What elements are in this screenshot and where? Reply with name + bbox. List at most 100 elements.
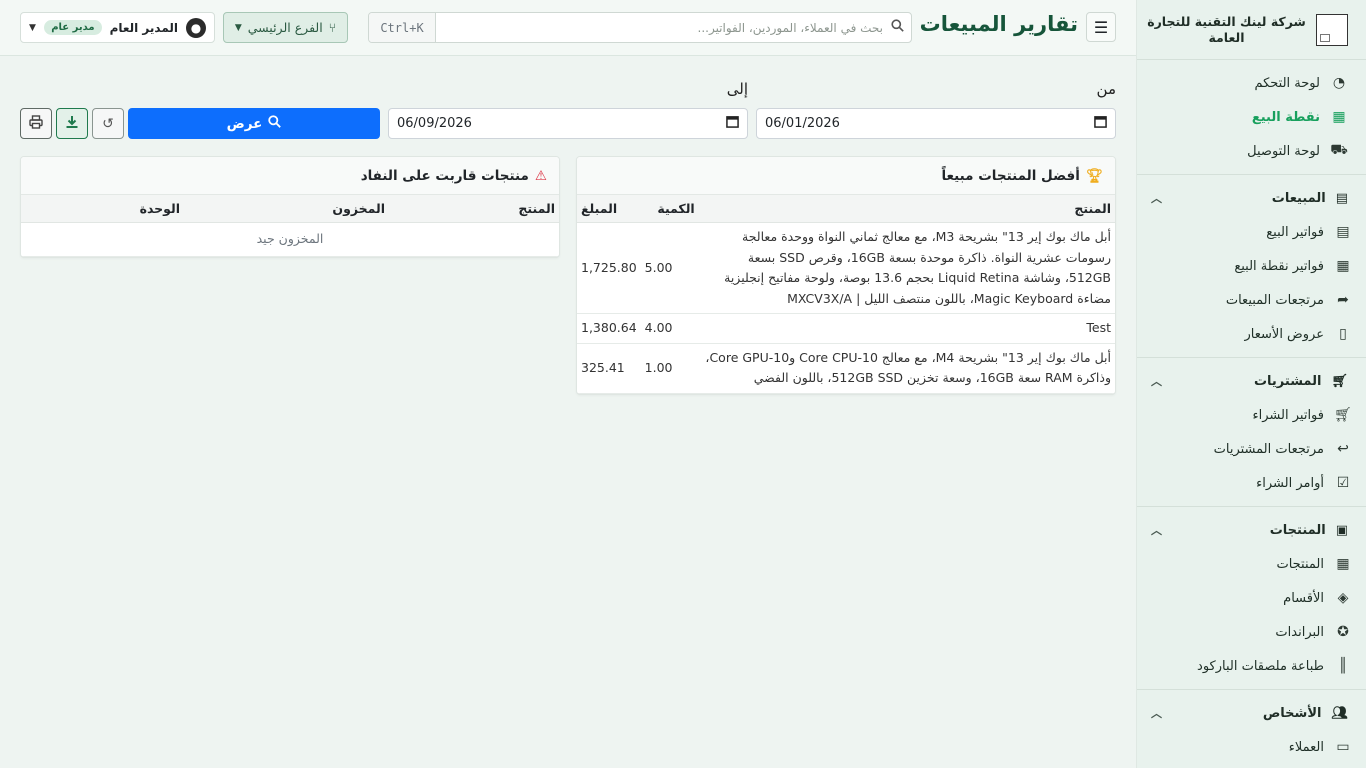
sidebar-section-people: 👥︎ الأشخاص ︿ ▭ العملاء xyxy=(1137,690,1366,768)
sidebar-item-purchase-returns[interactable]: ↩ مرتجعات المشتريات xyxy=(1137,432,1366,466)
gauge-icon: ◔ xyxy=(1332,75,1346,91)
download-icon xyxy=(65,115,79,133)
sidebar: شركة لينك التقنية للتجارة العامة ◔ لوحة … xyxy=(1136,0,1366,768)
card-header: 🏆︎ أفضل المنتجات مبيعاً xyxy=(577,157,1115,195)
product-cell: Test xyxy=(698,313,1115,344)
table-row[interactable]: أبل ماك بوك إير 13" بشريحة M4، مع معالج … xyxy=(577,343,1115,394)
sidebar-item-label: نقطة البيع xyxy=(1251,109,1320,125)
sidebar-section-purchases: 🛒︎ المشتريات ︿ 🛒︎ فواتير الشراء ↩ مرتجعا… xyxy=(1137,358,1366,507)
global-search: Ctrl+K xyxy=(368,12,912,43)
user-menu[interactable]: ● المدير العام مدير عام ▼ xyxy=(20,12,215,43)
truck-icon: ⛟ xyxy=(1330,142,1348,158)
role-badge: مدير عام xyxy=(44,20,102,35)
sidebar-section-header-sales[interactable]: ▤ المبيعات ︿ xyxy=(1137,181,1366,215)
reset-button[interactable]: ↺ xyxy=(92,108,124,139)
sidebar-item-brands[interactable]: ✪ البراندات xyxy=(1137,615,1366,649)
chevron-up-icon: ︿ xyxy=(1151,375,1162,388)
product-cell: أبل ماك بوك إير 13" بشريحة M3، مع معالج … xyxy=(698,222,1115,314)
search-icon[interactable] xyxy=(883,19,911,36)
sidebar-item-pos[interactable]: ▦ نقطة البيع xyxy=(1137,100,1366,134)
sidebar-section-products: ▣ المنتجات ︿ ▦ المنتجات ◈ الأقسام ✪ البر… xyxy=(1137,507,1366,690)
sidebar-item-quotations[interactable]: ▯ عروض الأسعار xyxy=(1137,317,1366,351)
sidebar-section-sales: ▤ المبيعات ︿ ▤ فواتير البيع ▦ فواتير نقط… xyxy=(1137,175,1366,358)
page-title: تقارير المبيعات xyxy=(919,12,1078,36)
sidebar-item-pos-invoices[interactable]: ▦ فواتير نقطة البيع xyxy=(1137,249,1366,283)
sidebar-item-customers[interactable]: ▭ العملاء xyxy=(1137,730,1366,764)
quantity-cell: 5.00 xyxy=(640,222,699,314)
sidebar-item-label: المنتجات xyxy=(1276,556,1324,572)
table-row[interactable]: أبل ماك بوك إير 13" بشريحة M3، مع معالج … xyxy=(577,222,1115,314)
sidebar-section-title: الأشخاص xyxy=(1262,705,1322,721)
amount-cell: 1,725.80 xyxy=(577,222,641,314)
cash-register-icon: ▦ xyxy=(1336,258,1350,274)
table-icon: ▦ xyxy=(1336,556,1350,572)
sidebar-section-header-products[interactable]: ▣ المنتجات ︿ xyxy=(1137,513,1366,547)
to-date-input[interactable]: 06/09/2026 xyxy=(388,108,748,139)
card-title: أفضل المنتجات مبيعاً xyxy=(941,167,1080,184)
sidebar-item-purchase-orders[interactable]: ☑ أوامر الشراء xyxy=(1137,466,1366,500)
reply-icon: ↩ xyxy=(1337,441,1349,457)
sidebar-item-delivery[interactable]: ⛟ لوحة التوصيل xyxy=(1137,134,1366,168)
sidebar-item-label: مرتجعات المبيعات xyxy=(1225,292,1324,308)
sidebar-section-header-people[interactable]: 👥︎ الأشخاص ︿ xyxy=(1137,696,1366,730)
sidebar-item-label: الأقسام xyxy=(1283,590,1324,606)
column-header-stock: المخزون xyxy=(184,195,389,223)
search-shortcut: Ctrl+K xyxy=(369,13,436,42)
rotate-left-icon: ↺ xyxy=(102,115,114,132)
calendar-icon[interactable] xyxy=(1094,115,1107,132)
from-label: من xyxy=(1096,80,1116,98)
award-icon: ✪ xyxy=(1337,624,1349,640)
sidebar-item-label: طباعة ملصقات الباركود xyxy=(1197,658,1324,674)
sidebar-item-label: البراندات xyxy=(1275,624,1324,640)
sidebar-item-products[interactable]: ▦ المنتجات xyxy=(1137,547,1366,581)
low-stock-card: ⚠ منتجات قاربت على النفاد المنتج المخزون… xyxy=(20,156,560,258)
calendar-icon[interactable] xyxy=(726,115,739,132)
user-avatar-icon: ● xyxy=(186,17,206,38)
card-title: منتجات قاربت على النفاد xyxy=(360,167,529,184)
top-products-table: المنتج الكمية المبلغ أبل ماك بوك إير 13"… xyxy=(577,195,1115,394)
print-button[interactable] xyxy=(20,108,52,139)
sidebar-section-header-purchases[interactable]: 🛒︎ المشتريات ︿ xyxy=(1137,364,1366,398)
print-icon xyxy=(29,114,43,133)
sidebar-item-dashboard[interactable]: ◔ لوحة التحكم xyxy=(1137,66,1366,100)
brand[interactable]: شركة لينك التقنية للتجارة العامة xyxy=(1137,0,1366,60)
sidebar-item-sales-returns[interactable]: ➦ مرتجعات المبيعات xyxy=(1137,283,1366,317)
column-header-amount: المبلغ xyxy=(577,195,641,223)
search-input[interactable] xyxy=(436,13,883,42)
sidebar-section-title: المشتريات xyxy=(1253,373,1322,389)
id-card-icon: ▭ xyxy=(1336,739,1350,755)
column-header-unit: الوحدة xyxy=(21,195,184,223)
sidebar-item-label: لوحة التحكم xyxy=(1254,75,1320,91)
amount-cell: 1,380.64 xyxy=(577,313,641,344)
empty-row: المخزون جيد xyxy=(21,222,559,257)
column-header-product: المنتج xyxy=(698,195,1115,223)
file-icon: ▯ xyxy=(1339,326,1347,342)
to-date-value: 06/09/2026 xyxy=(397,116,472,131)
sidebar-item-categories[interactable]: ◈ الأقسام xyxy=(1137,581,1366,615)
sidebar-item-sales-invoices[interactable]: ▤ فواتير البيع xyxy=(1137,215,1366,249)
sidebar-item-purchase-invoices[interactable]: 🛒︎ فواتير الشراء xyxy=(1137,398,1366,432)
table-header-row: المنتج المخزون الوحدة xyxy=(21,195,559,223)
trophy-icon: 🏆︎ xyxy=(1085,167,1103,184)
sidebar-item-label: عروض الأسعار xyxy=(1244,326,1325,342)
table-row[interactable]: Test 4.00 1,380.64 xyxy=(577,313,1115,344)
warning-icon: ⚠ xyxy=(534,167,547,184)
menu-toggle-button[interactable]: ☰ xyxy=(1086,12,1116,42)
to-label: إلى xyxy=(726,80,748,98)
branch-dropdown[interactable]: ⑂ الفرع الرئيسي ▼ xyxy=(223,12,348,43)
topbar: ☰ تقارير المبيعات Ctrl+K ⑂ الفرع الرئيسي… xyxy=(0,0,1136,56)
sidebar-main-group: ◔ لوحة التحكم ▦ نقطة البيع ⛟ لوحة التوصي… xyxy=(1137,60,1366,175)
from-date-input[interactable]: 06/01/2026 xyxy=(756,108,1116,139)
sidebar-item-barcode-labels[interactable]: ║ طباعة ملصقات الباركود xyxy=(1137,649,1366,683)
show-button-label: عرض xyxy=(226,115,263,132)
column-header-quantity: الكمية xyxy=(640,195,699,223)
box-icon: ▣ xyxy=(1335,522,1348,538)
show-report-button[interactable]: عرض xyxy=(128,108,380,139)
chevron-up-icon: ︿ xyxy=(1151,524,1162,537)
card-header: ⚠ منتجات قاربت على النفاد xyxy=(21,157,559,195)
export-button[interactable] xyxy=(56,108,88,139)
branch-label: الفرع الرئيسي xyxy=(247,20,323,35)
low-stock-table: المنتج المخزون الوحدة المخزون جيد xyxy=(21,195,559,257)
table-header-row: المنتج الكمية المبلغ xyxy=(577,195,1115,223)
sidebar-item-label: فواتير البيع xyxy=(1266,224,1324,240)
